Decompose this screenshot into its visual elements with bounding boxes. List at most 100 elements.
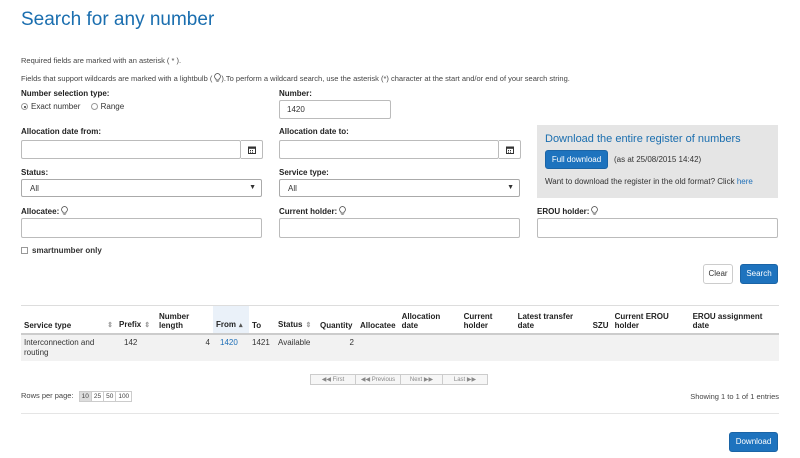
clear-button[interactable]: Clear [703,264,733,284]
current-holder-input[interactable] [279,218,520,238]
radio-exact-label: Exact number [31,102,81,111]
footer-divider [21,413,779,414]
current-holder-label-text: Current holder: [279,207,338,216]
search-button[interactable]: Search [740,264,778,284]
number-input[interactable]: 1420 [279,100,391,119]
here-link[interactable]: here [737,177,753,186]
rows-option-10[interactable]: 10 [78,391,92,402]
col-status-label: Status [278,319,303,329]
radio-range[interactable]: Range [90,102,124,111]
first-page-button[interactable]: ◀◀ First [310,374,356,385]
col-prefix[interactable]: Prefix ⇕ [116,305,156,335]
calendar-icon [248,146,256,154]
col-quantity-label: Quantity [320,320,353,330]
col-number-length[interactable]: Number length [156,305,213,335]
alloc-from-calendar-button[interactable] [241,140,263,159]
cell-from[interactable]: 1420 [213,333,249,361]
page-title: Search for any number [21,9,215,30]
download-button[interactable]: Download [729,432,778,452]
wildcard-note-post: ).To perform a wildcard search, use the … [221,74,570,83]
last-label: Last [453,377,466,383]
cell-from-link[interactable]: 1420 [216,338,238,347]
erou-holder-label-text: EROU holder: [537,207,590,216]
status-select[interactable]: All ▼ [21,179,262,197]
showing-entries: Showing 1 to 1 of 1 entries [690,392,779,401]
col-allocation-date[interactable]: Allocation date [398,305,461,335]
col-latest-transfer-date[interactable]: Latest transfer date [514,305,590,335]
download-panel-title: Download the entire register of numbers [545,133,741,145]
lightbulb-icon [591,206,599,215]
smartnumber-checkbox-box[interactable] [21,247,28,254]
erou-holder-input[interactable] [537,218,778,238]
col-allocation-date-label: Allocation date [401,311,441,330]
cell-erou-assignment-date [689,333,779,361]
col-erou-assignment-date[interactable]: EROU assignment date [689,305,779,335]
rows-per-page-options: 10 25 50 100 [78,391,133,402]
sort-icon: ⇕ [305,321,312,329]
lightbulb-icon [339,206,347,215]
first-label: First [332,377,345,383]
cell-prefix: 142 [116,333,156,361]
previous-icon: ◀◀ [360,377,371,383]
table-row: Interconnection and routing 142 4 1420 1… [21,333,779,361]
wildcard-note-pre: Fields that support wildcards are marked… [21,74,213,83]
alloc-from-input[interactable] [21,140,241,159]
previous-page-button[interactable]: ◀◀ Previous [355,374,401,385]
alloc-from-label: Allocation date from: [21,127,102,136]
full-download-button[interactable]: Full download [545,150,608,169]
alloc-to-input[interactable] [279,140,499,159]
as-at-text: (as at 25/08/2015 14:42) [614,155,702,164]
rows-option-100[interactable]: 100 [115,391,133,402]
rows-per-page: Rows per page: 10 25 50 100 [21,391,133,402]
allocatee-input[interactable] [21,218,262,238]
number-label: Number: [279,89,312,98]
table-header-row: Service type ⇕ Prefix ⇕ Number length From… [21,305,779,335]
radio-exact-circle[interactable] [21,103,28,110]
col-szu[interactable]: SZU [589,305,612,335]
last-page-button[interactable]: Last ▶▶ [442,374,488,385]
col-from-label: From [216,319,236,329]
rows-option-50[interactable]: 50 [103,391,117,402]
sort-icon: ⇕ [107,321,113,329]
col-service-type[interactable]: Service type ⇕ [21,305,116,335]
service-type-select[interactable]: All ▼ [279,179,520,197]
next-icon: ▶▶ [423,377,434,383]
alloc-to-calendar-button[interactable] [499,140,521,159]
col-quantity[interactable]: Quantity [317,305,357,335]
cell-current-erou-holder [611,333,690,361]
first-icon: ◀◀ [321,377,331,383]
wildcard-note: Fields that support wildcards are marked… [21,73,570,83]
rows-option-25[interactable]: 25 [90,391,105,402]
number-selection-label: Number selection type: [21,89,110,98]
col-current-erou-holder-label: Current EROU holder [614,311,669,330]
cell-quantity: 2 [317,333,357,361]
radio-exact[interactable]: Exact number [21,102,80,111]
sort-icon: ⇕ [144,321,151,329]
col-current-erou-holder[interactable]: Current EROU holder [611,305,690,335]
radio-range-circle[interactable] [90,103,98,110]
next-page-button[interactable]: Next ▶▶ [400,374,443,385]
cell-latest-transfer-date [514,333,590,361]
col-allocatee[interactable]: Allocatee [357,305,399,335]
cell-service-type: Interconnection and routing [21,333,116,361]
allocatee-label-text: Allocatee: [21,207,60,216]
col-status[interactable]: Status ⇕ [275,305,317,335]
rows-per-page-label: Rows per page: [21,391,74,400]
sort-asc-icon: ▴ [239,321,243,329]
smartnumber-checkbox[interactable]: smartnumber only [21,246,102,255]
download-panel: Download the entire register of numbers … [537,125,778,198]
last-icon: ▶▶ [466,377,477,383]
col-erou-assignment-date-label: EROU assignment date [692,311,763,330]
col-from[interactable]: From ▴ [213,305,249,335]
col-to[interactable]: To [249,305,275,335]
results-table: Service type ⇕ Prefix ⇕ Number length From… [21,305,779,361]
smartnumber-label: smartnumber only [32,246,102,255]
status-select-value: All [30,184,39,193]
col-szu-label: SZU [592,320,609,330]
lightbulb-icon [61,206,69,215]
caret-down-icon: ▼ [507,184,514,191]
col-current-holder-label: Current holder [463,311,493,330]
col-current-holder[interactable]: Current holder [460,305,515,335]
cell-status: Available [275,333,317,361]
next-label: Next [409,377,423,383]
